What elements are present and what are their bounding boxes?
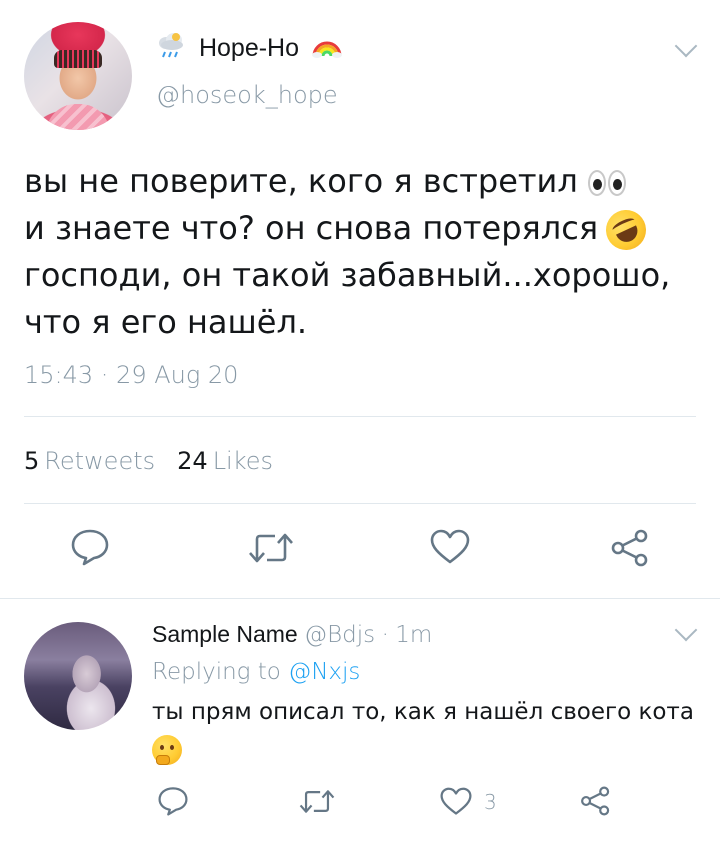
- replying-mention-link[interactable]: @Nxjs: [288, 659, 360, 685]
- like-icon[interactable]: [440, 787, 472, 816]
- retweets-stat[interactable]: 5 Retweets: [24, 447, 155, 475]
- reply-text-line: [152, 731, 712, 768]
- author-avatar[interactable]: [24, 22, 132, 130]
- divider: [24, 416, 696, 417]
- share-icon[interactable]: [609, 528, 651, 568]
- retweet-icon[interactable]: [299, 788, 335, 815]
- divider: [24, 503, 696, 504]
- tweet-text-line: вы не поверите, кого я встретил: [24, 158, 704, 205]
- chevron-down-icon[interactable]: [674, 618, 698, 642]
- reply-header: Sample Name @Bdjs · 1m: [152, 617, 432, 652]
- tweet-line-1: вы не поверите, кого я встретил: [24, 162, 578, 200]
- reply-separator: ·: [381, 622, 389, 648]
- tweet-text: вы не поверите, кого я встретил и знаете…: [24, 158, 704, 346]
- reply-icon[interactable]: [70, 528, 110, 566]
- reply-author-avatar[interactable]: [24, 622, 132, 730]
- tweet-stats: 5 Retweets 24 Likes: [24, 444, 273, 478]
- chevron-down-icon[interactable]: [674, 34, 698, 58]
- tweet-line-2: и знаете что? он снова потерялся: [24, 209, 599, 247]
- avatar-shirt: [46, 104, 110, 130]
- reply-icon[interactable]: [157, 786, 189, 816]
- likes-stat[interactable]: 24 Likes: [177, 447, 273, 475]
- reply-time: 1m: [395, 622, 433, 648]
- retweets-count: 5: [24, 447, 40, 475]
- rainbow-emoji: [311, 41, 342, 58]
- divider: [0, 598, 720, 599]
- retweets-label: Retweets: [44, 447, 156, 475]
- author-handle[interactable]: @hoseok_hope: [156, 78, 338, 112]
- display-name-text: Hope-Ho: [198, 34, 300, 62]
- tweet-text-line: господи, он такой забавный...хорошо,: [24, 256, 671, 294]
- thinking-face-emoji: [152, 734, 182, 765]
- likes-label: Likes: [212, 447, 274, 475]
- cloud-with-rain-emoji: [159, 33, 183, 58]
- avatar-hair: [54, 50, 102, 68]
- replying-prefix: Replying to: [152, 659, 281, 685]
- share-icon[interactable]: [579, 785, 612, 817]
- tweet-timestamp[interactable]: 15:43 · 29 Aug 20: [24, 358, 238, 392]
- reply-display-name[interactable]: Sample Name: [152, 621, 298, 647]
- like-icon[interactable]: [430, 529, 470, 565]
- retweet-icon[interactable]: [248, 531, 294, 565]
- reply-text-line: ты прям описал то, как я нашёл своего ко…: [152, 699, 694, 725]
- likes-count: 24: [177, 447, 208, 475]
- reply-like-count: 3: [484, 790, 497, 814]
- replying-to: Replying to @Nxjs: [152, 655, 360, 689]
- reply-text: ты прям описал то, как я нашёл своего ко…: [152, 694, 712, 768]
- tweet-text-line: и знаете что? он снова потерялся: [24, 203, 704, 257]
- eyes-emoji: [586, 170, 628, 196]
- reply-handle[interactable]: @Bdjs: [304, 622, 375, 648]
- author-display-name[interactable]: Hope-Ho: [156, 30, 342, 66]
- rolling-on-floor-laughing-emoji: [599, 203, 653, 257]
- tweet-text-line: что я его нашёл.: [24, 303, 308, 341]
